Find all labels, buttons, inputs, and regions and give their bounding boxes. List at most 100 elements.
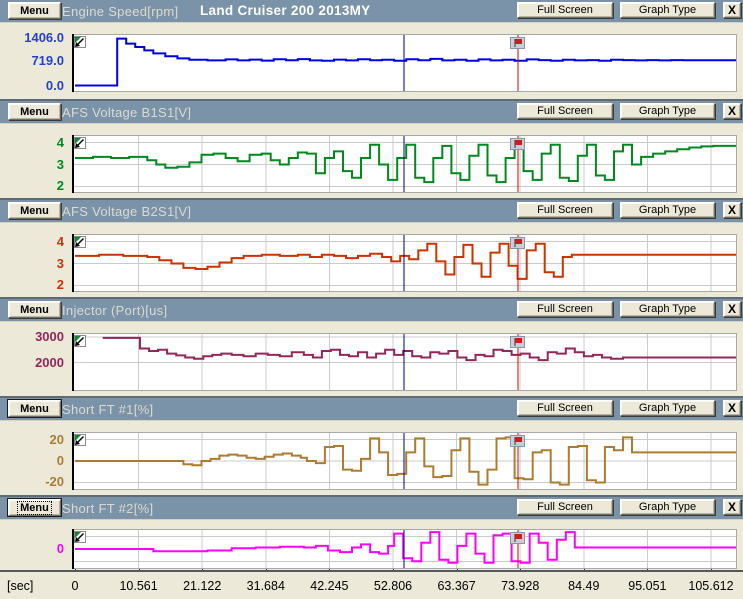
panel-header: Menu Engine Speed[rpm] Land Cruiser 200 … — [0, 0, 743, 23]
close-button[interactable]: X — [723, 103, 741, 119]
menu-button-label: Menu — [18, 502, 51, 514]
graph-type-button[interactable]: Graph Type — [620, 400, 715, 416]
marker-flag-icon[interactable] — [510, 335, 525, 347]
menu-button-label: Menu — [18, 106, 51, 118]
y-axis-label: 2 — [0, 178, 64, 194]
panel-header: Menu AFS Voltage B1S1[V] Full Screen Gra… — [0, 101, 743, 124]
panel-title: Short FT #1[%] — [62, 402, 153, 417]
graph-type-button[interactable]: Graph Type — [620, 301, 715, 317]
panel-header: Menu Short FT #2[%] Full Screen Graph Ty… — [0, 497, 743, 520]
marker-flag-icon[interactable] — [510, 137, 525, 149]
menu-button[interactable]: Menu — [8, 103, 61, 120]
time-axis-tick-label: 95.051 — [612, 579, 682, 593]
range-marker-icon[interactable] — [74, 136, 86, 148]
vehicle-title: Land Cruiser 200 2013MY — [200, 3, 370, 18]
y-axis-label: 719.0 — [0, 53, 64, 69]
range-marker-icon[interactable] — [74, 235, 86, 247]
menu-button-label: Menu — [18, 304, 51, 316]
panel-title: Short FT #2[%] — [62, 501, 153, 516]
graph-panel: Menu AFS Voltage B1S1[V] Full Screen Gra… — [0, 99, 743, 198]
range-marker-icon[interactable] — [74, 433, 86, 445]
chart-svg — [72, 432, 737, 490]
y-axis-label: 3 — [0, 157, 64, 173]
graph-panels-container: Menu Engine Speed[rpm] Land Cruiser 200 … — [0, 0, 743, 570]
time-axis-tick-label: 84.49 — [549, 579, 619, 593]
chart — [72, 234, 737, 297]
time-axis-tick-label: 0 — [40, 579, 110, 593]
graph-type-button[interactable]: Graph Type — [620, 202, 715, 218]
panel-plot-area: 3000 2000 — [0, 322, 743, 396]
graph-panel: Menu AFS Voltage B2S1[V] Full Screen Gra… — [0, 198, 743, 297]
full-screen-button[interactable]: Full Screen — [517, 301, 613, 317]
y-axis-label: 0.0 — [0, 78, 64, 94]
y-axis-label: 2 — [0, 277, 64, 293]
chart-svg — [72, 333, 737, 391]
chart-background — [73, 334, 737, 391]
menu-button[interactable]: Menu — [8, 499, 61, 516]
chart — [72, 432, 737, 495]
graph-panel: Menu Short FT #1[%] Full Screen Graph Ty… — [0, 396, 743, 495]
y-axis-label: 20 — [0, 432, 64, 448]
y-axis-label: 4 — [0, 135, 64, 151]
range-marker-icon[interactable] — [74, 334, 86, 346]
graph-type-button[interactable]: Graph Type — [620, 103, 715, 119]
time-axis-tick-label: 52.806 — [358, 579, 428, 593]
close-button[interactable]: X — [723, 301, 741, 317]
chart — [72, 529, 737, 574]
y-axis-label: 3 — [0, 256, 64, 272]
menu-button[interactable]: Menu — [8, 400, 61, 417]
close-button[interactable]: X — [723, 202, 741, 218]
time-axis-tick-label: 42.245 — [294, 579, 364, 593]
panel-title: Injector (Port)[us] — [62, 303, 167, 318]
chart-background — [73, 530, 737, 569]
graph-panel: Menu Short FT #2[%] Full Screen Graph Ty… — [0, 495, 743, 570]
chart — [72, 333, 737, 396]
time-axis-tick-label: 21.122 — [167, 579, 237, 593]
menu-button[interactable]: Menu — [8, 301, 61, 318]
close-button[interactable]: X — [723, 2, 741, 18]
chart-svg — [72, 529, 737, 569]
panel-header: Menu Injector (Port)[us] Full Screen Gra… — [0, 299, 743, 322]
graph-type-button[interactable]: Graph Type — [620, 2, 715, 18]
marker-flag-icon[interactable] — [510, 236, 525, 248]
range-marker-icon[interactable] — [74, 530, 86, 542]
full-screen-button[interactable]: Full Screen — [517, 499, 613, 515]
y-axis-label: 4 — [0, 234, 64, 250]
panel-plot-area: 4 3 2 — [0, 124, 743, 198]
graph-panel: Menu Engine Speed[rpm] Land Cruiser 200 … — [0, 0, 743, 99]
y-axis-label: 0 — [0, 453, 64, 469]
marker-flag-icon[interactable] — [510, 434, 525, 446]
panel-plot-area: 20 0 -20 — [0, 421, 743, 495]
panel-title: AFS Voltage B2S1[V] — [62, 204, 191, 219]
full-screen-button[interactable]: Full Screen — [517, 400, 613, 416]
menu-button-label: Menu — [18, 403, 51, 415]
marker-flag-icon[interactable] — [510, 531, 525, 543]
y-axis-label: 2000 — [0, 355, 64, 371]
panel-header: Menu Short FT #1[%] Full Screen Graph Ty… — [0, 398, 743, 421]
menu-button[interactable]: Menu — [8, 202, 61, 219]
menu-button[interactable]: Menu — [8, 2, 61, 19]
close-button[interactable]: X — [723, 499, 741, 515]
panel-plot-area: 0 — [0, 520, 743, 570]
marker-flag-icon[interactable] — [510, 36, 525, 48]
time-axis-tick-label: 63.367 — [422, 579, 492, 593]
full-screen-button[interactable]: Full Screen — [517, 103, 613, 119]
chart — [72, 135, 737, 198]
menu-button-label: Menu — [18, 5, 51, 17]
panel-title: AFS Voltage B1S1[V] — [62, 105, 191, 120]
panel-plot-area: 4 3 2 — [0, 223, 743, 297]
menu-button-label: Menu — [18, 205, 51, 217]
range-marker-icon[interactable] — [74, 35, 86, 47]
y-axis-label: -20 — [0, 474, 64, 490]
graph-viewer-window: Menu Engine Speed[rpm] Land Cruiser 200 … — [0, 0, 743, 599]
full-screen-button[interactable]: Full Screen — [517, 202, 613, 218]
y-axis-label: 3000 — [0, 329, 64, 345]
graph-type-button[interactable]: Graph Type — [620, 499, 715, 515]
time-axis-tick-label: 105.612 — [676, 579, 743, 593]
time-axis-unit-label: [sec] — [7, 579, 33, 593]
close-button[interactable]: X — [723, 400, 741, 416]
full-screen-button[interactable]: Full Screen — [517, 2, 613, 18]
panel-title: Engine Speed[rpm] — [62, 4, 178, 19]
panel-header: Menu AFS Voltage B2S1[V] Full Screen Gra… — [0, 200, 743, 223]
time-axis-tick-label: 31.684 — [231, 579, 301, 593]
